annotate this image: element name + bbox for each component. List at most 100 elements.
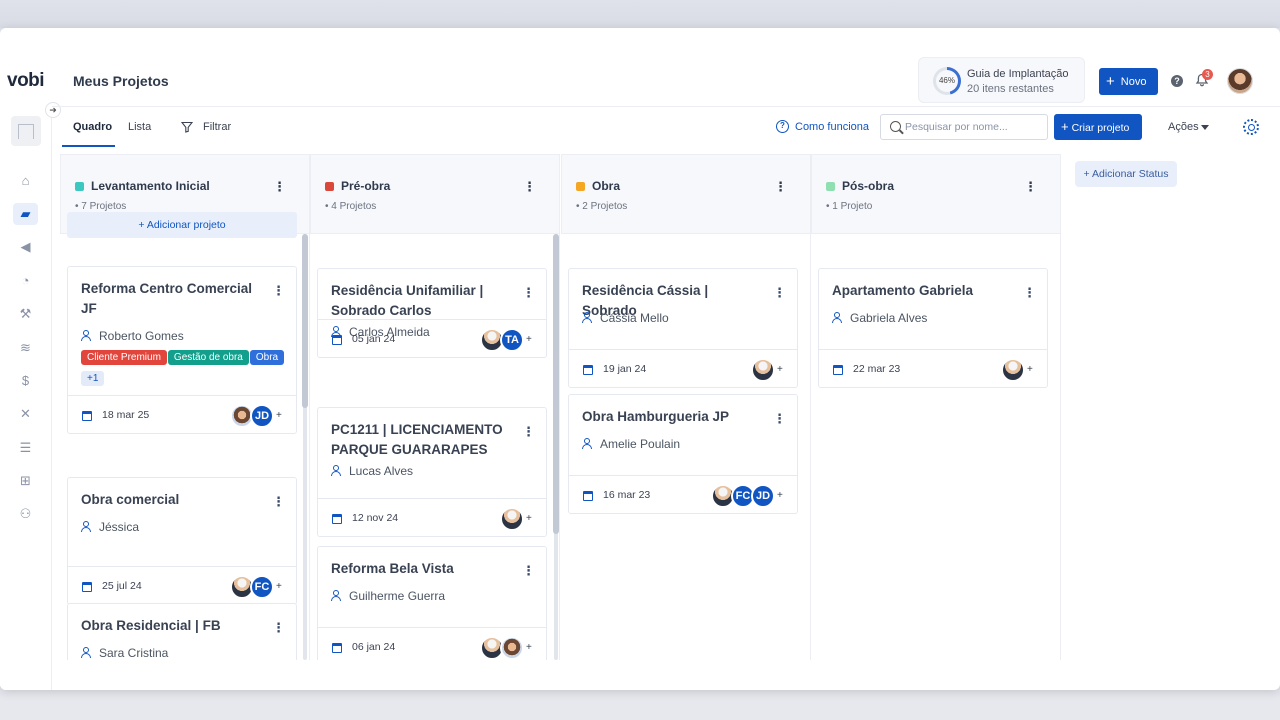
project-card[interactable]: Residência Unifamiliar | Sobrado Carlos ⋮… (317, 268, 547, 358)
more-vertical-icon[interactable]: ⋮ (522, 285, 535, 301)
tag-badge[interactable]: Obra (249, 350, 285, 365)
more-vertical-icon[interactable]: ⋮ (774, 179, 787, 195)
more-vertical-icon[interactable]: ⋮ (272, 283, 285, 299)
card-title[interactable]: Apartamento Gabriela (832, 281, 1008, 301)
how-it-works-link[interactable]: Como funciona (795, 121, 869, 133)
help-icon[interactable]: ? (1171, 75, 1183, 87)
desktop-backdrop-top (0, 0, 1280, 28)
avatar[interactable] (500, 507, 524, 531)
add-member-icon[interactable]: + (276, 410, 282, 421)
dollar-icon[interactable]: $ (17, 372, 34, 389)
add-member-icon[interactable]: + (526, 334, 532, 345)
new-button[interactable]: + Novo (1099, 68, 1158, 95)
more-vertical-icon[interactable]: ⋮ (773, 285, 786, 301)
more-vertical-icon[interactable]: ⋮ (1023, 285, 1036, 301)
tag-list: Cliente Premium Gestão de obra Obra +1 (81, 347, 291, 389)
avatar-group[interactable]: TA + (480, 327, 534, 353)
search-input[interactable] (905, 119, 1043, 135)
tag-badge[interactable]: Cliente Premium (81, 350, 167, 365)
more-vertical-icon[interactable]: ⋮ (522, 563, 535, 579)
home-icon[interactable]: ⌂ (17, 172, 34, 189)
card-date: 05 jan 24 (352, 333, 396, 345)
list-icon[interactable]: ☰ (17, 439, 34, 456)
team-icon[interactable]: ⚇ (17, 505, 34, 522)
card-title[interactable]: Reforma Centro Comercial JF (81, 279, 257, 319)
card-title[interactable]: PC1211 | LICENCIAMENTO PARQUE GUARARAPES (331, 420, 507, 460)
gear-icon[interactable] (1243, 119, 1259, 135)
avatar[interactable] (500, 636, 524, 660)
more-vertical-icon[interactable]: ⋮ (773, 411, 786, 427)
card-title[interactable]: Obra comercial (81, 490, 257, 510)
card-date: 12 nov 24 (352, 512, 399, 524)
more-vertical-icon[interactable]: ⋮ (272, 620, 285, 636)
card-title[interactable]: Obra Residencial | FB (81, 616, 257, 636)
add-project-button[interactable]: + Adicionar projeto (67, 212, 297, 238)
more-vertical-icon[interactable]: ⋮ (1024, 179, 1037, 195)
avatar-initials[interactable]: JD (250, 404, 274, 428)
add-member-icon[interactable]: + (276, 581, 282, 592)
avatar-group[interactable]: + (751, 357, 785, 383)
question-circle-icon[interactable]: ? (776, 120, 789, 133)
implementation-guide[interactable]: 46% Guia de Implantação 20 itens restant… (918, 57, 1085, 103)
app-logo[interactable]: vobi (7, 70, 45, 92)
add-status-button[interactable]: + Adicionar Status (1075, 161, 1177, 187)
more-vertical-icon[interactable]: ⋮ (272, 494, 285, 510)
tools-icon[interactable]: ✕ (17, 405, 34, 422)
person-icon (81, 521, 91, 532)
caret-down-icon[interactable] (1201, 125, 1209, 130)
add-member-icon[interactable]: + (777, 364, 783, 375)
add-member-icon[interactable]: + (526, 513, 532, 524)
avatar-group[interactable]: FC + (230, 574, 284, 600)
scrollbar-thumb[interactable] (302, 234, 308, 408)
more-vertical-icon[interactable]: ⋮ (523, 179, 536, 195)
card-footer: 25 jul 24 FC + (68, 566, 296, 604)
worker-icon[interactable]: ⚒ (17, 305, 34, 322)
project-card[interactable]: Obra Residencial | FB ⋮ Sara Cristina (67, 603, 297, 660)
tab-quadro[interactable]: Quadro (73, 121, 112, 133)
avatar-group[interactable]: FC JD + (711, 483, 785, 509)
project-card[interactable]: PC1211 | LICENCIAMENTO PARQUE GUARARAPES… (317, 407, 547, 537)
search-box[interactable] (880, 114, 1048, 140)
project-card[interactable]: Residência Cássia | Sobrado ⋮ Cássia Mello… (568, 268, 798, 388)
avatar-group[interactable]: + (500, 506, 534, 532)
apps-icon[interactable]: ⊞ (17, 472, 34, 489)
more-vertical-icon[interactable]: ⋮ (522, 424, 535, 440)
avatar-initials[interactable]: FC (250, 575, 274, 599)
add-member-icon[interactable]: + (1027, 364, 1033, 375)
avatar-group[interactable]: + (1001, 357, 1035, 383)
sidebar-collapse-button[interactable]: ➜ (45, 102, 61, 118)
project-card[interactable]: Apartamento Gabriela ⋮ Gabriela Alves 22 ma… (818, 268, 1048, 388)
tab-lista[interactable]: Lista (128, 121, 151, 133)
card-title[interactable]: Obra Hamburgueria JP (582, 407, 758, 427)
tag-badge[interactable]: Gestão de obra (167, 350, 249, 365)
megaphone-icon[interactable]: ◀ (17, 238, 34, 255)
filter-icon[interactable] (181, 121, 193, 133)
project-card[interactable]: Reforma Bela Vista ⋮ Guilherme Guerra 06 ja… (317, 546, 547, 660)
project-card[interactable]: Obra Hamburgueria JP ⋮ Amelie Poulain 16 ma… (568, 394, 798, 514)
gauge-icon[interactable]: ◔ (17, 272, 34, 289)
avatar-initials[interactable]: TA (500, 328, 524, 352)
project-card[interactable]: Reforma Centro Comercial JF ⋮ Roberto Gome… (67, 266, 297, 434)
company-logo-placeholder[interactable] (11, 116, 41, 146)
coins-icon[interactable]: ≋ (17, 339, 34, 356)
avatar-group[interactable]: + (480, 635, 534, 660)
avatar-group[interactable]: JD + (230, 403, 284, 429)
add-member-icon[interactable]: + (526, 642, 532, 653)
avatar[interactable] (751, 358, 775, 382)
scrollbar-thumb[interactable] (553, 234, 559, 534)
user-avatar[interactable] (1227, 68, 1253, 94)
filter-button[interactable]: Filtrar (203, 121, 231, 133)
create-project-button[interactable]: + Criar projeto (1054, 114, 1142, 140)
avatar-initials[interactable]: JD (751, 484, 775, 508)
folder-icon[interactable]: ▰ (13, 203, 38, 225)
project-card[interactable]: Obra comercial ⋮ Jéssica 25 jul 24 FC + (67, 477, 297, 605)
actions-dropdown[interactable]: Ações (1168, 121, 1199, 133)
tag-badge[interactable]: +1 (81, 371, 105, 386)
card-title[interactable]: Residência Unifamiliar | Sobrado Carlos (331, 281, 507, 321)
column-title: Obra (592, 179, 621, 193)
more-vertical-icon[interactable]: ⋮ (273, 179, 286, 195)
avatar[interactable] (1001, 358, 1025, 382)
card-title[interactable]: Reforma Bela Vista (331, 559, 507, 579)
card-owner: Lucas Alves (331, 464, 413, 478)
add-member-icon[interactable]: + (777, 490, 783, 501)
